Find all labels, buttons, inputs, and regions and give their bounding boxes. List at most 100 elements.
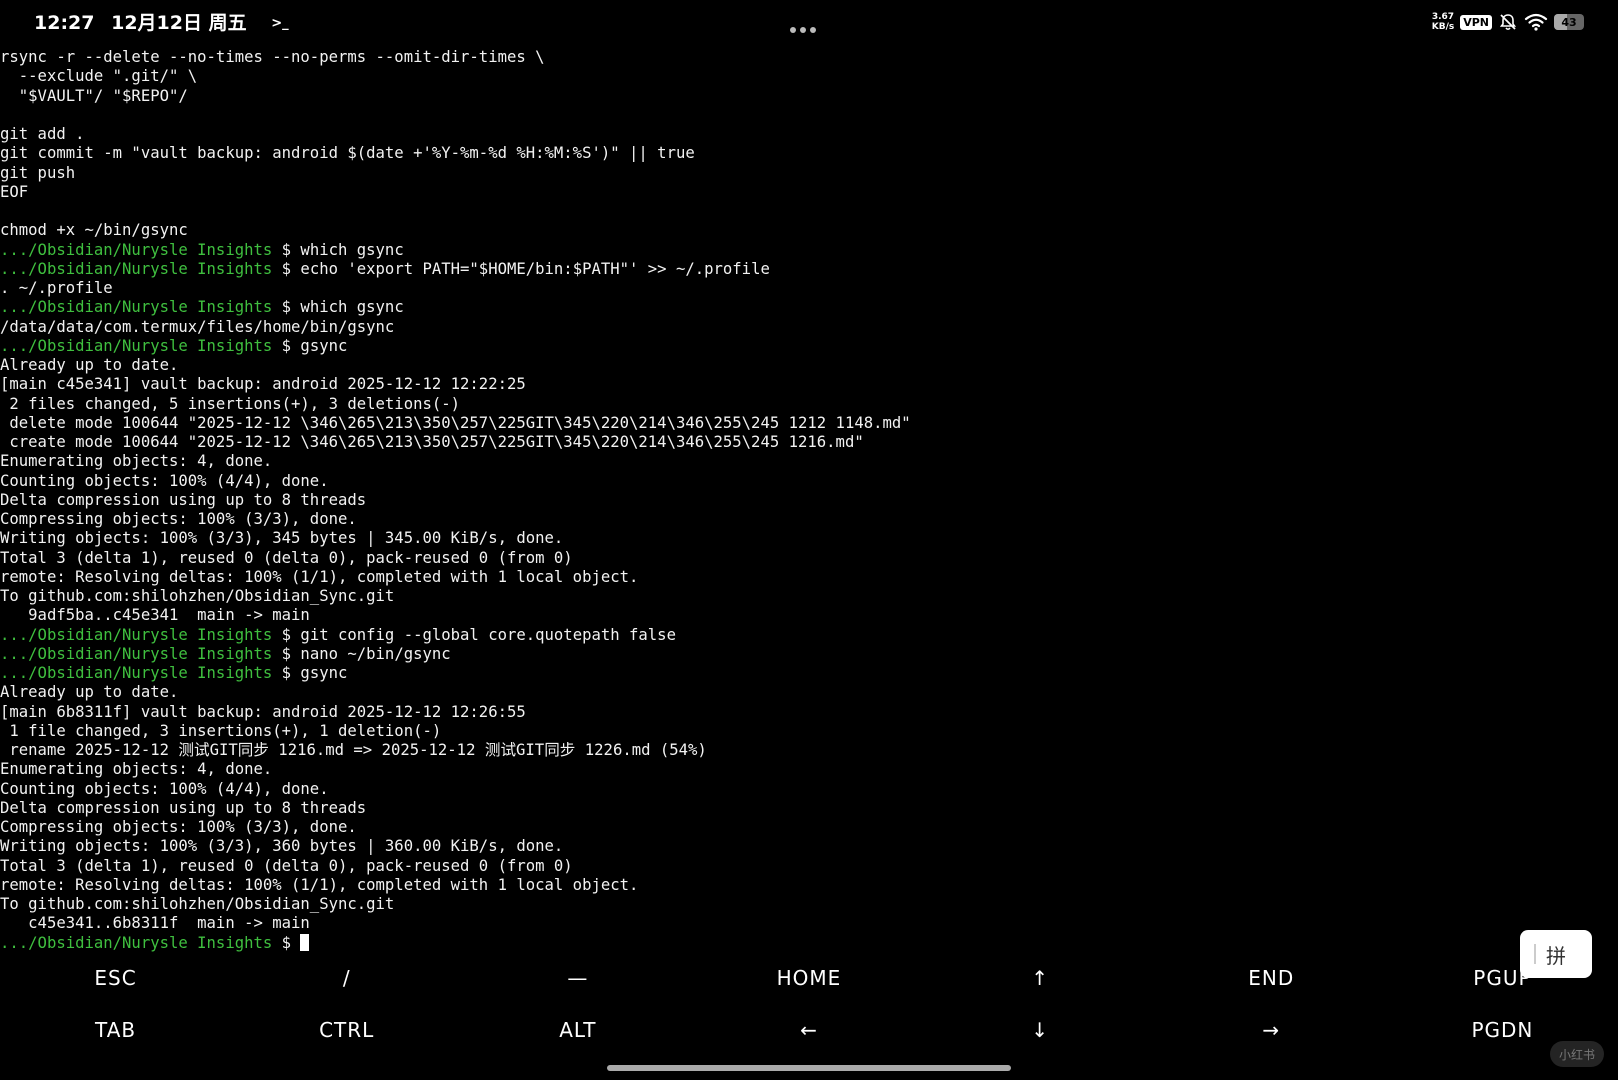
arrow-right-key[interactable]: →: [1156, 1007, 1387, 1053]
terminal-line: --exclude ".git/" \: [0, 67, 1618, 86]
terminal-line: Compressing objects: 100% (3/3), done.: [0, 818, 1618, 837]
network-speed: 3.67 KB/s: [1432, 12, 1454, 32]
terminal-line: rsync -r --delete --no-times --no-perms …: [0, 48, 1618, 67]
terminal-line-text: To github.com:shilohzhen/Obsidian_Sync.g…: [0, 895, 395, 913]
terminal-line: Total 3 (delta 1), reused 0 (delta 0), p…: [0, 857, 1618, 876]
end-key[interactable]: END: [1156, 955, 1387, 1001]
window-more-icon[interactable]: [790, 18, 826, 33]
terminal-line: Counting objects: 100% (4/4), done.: [0, 472, 1618, 491]
terminal-line: Delta compression using up to 8 threads: [0, 799, 1618, 818]
terminal-line: Writing objects: 100% (3/3), 360 bytes |…: [0, 837, 1618, 856]
wifi-icon: [1524, 13, 1548, 31]
terminal-line-text: 2 files changed, 5 insertions(+), 3 dele…: [0, 394, 461, 413]
status-date: 12月12日 周五: [111, 12, 247, 34]
terminal-output[interactable]: rsync -r --delete --no-times --no-perms …: [0, 48, 1618, 953]
terminal-line: Already up to date.: [0, 683, 1618, 702]
terminal-line: remote: Resolving deltas: 100% (1/1), co…: [0, 876, 1618, 895]
terminal-line-text: Compressing objects: 100% (3/3), done.: [0, 510, 357, 528]
terminal-line: delete mode 100644 "2025-12-12 \346\265\…: [0, 414, 1618, 433]
terminal-line-text: Counting objects: 100% (4/4), done.: [0, 471, 329, 490]
network-speed-unit: KB/s: [1431, 22, 1455, 32]
terminal-line-text: remote: Resolving deltas: 100% (1/1), co…: [0, 567, 639, 586]
terminal-line-text: create mode 100644 "2025-12-12 \346\265\…: [0, 433, 864, 451]
terminal-line: .../Obsidian/Nurysle Insights $ which gs…: [0, 298, 1618, 317]
terminal-line-text: Already up to date.: [0, 356, 179, 374]
terminal-line: 2 files changed, 5 insertions(+), 3 dele…: [0, 395, 1618, 414]
terminal-line-text: --exclude ".git/" \: [0, 67, 198, 86]
prompt-path: .../Obsidian/Nurysle Insights: [0, 298, 273, 317]
esc-key[interactable]: ESC: [0, 955, 231, 1001]
battery-level: 43: [1561, 15, 1577, 29]
terminal-line: Already up to date.: [0, 356, 1618, 375]
terminal-line: [main 6b8311f] vault backup: android 202…: [0, 703, 1618, 722]
terminal-line: chmod +x ~/bin/gsync: [0, 221, 1618, 240]
prompt-path: .../Obsidian/Nurysle Insights: [0, 644, 273, 663]
terminal-line-text: $ git config --global core.quotepath fal…: [272, 625, 676, 644]
terminal-line: git push: [0, 164, 1618, 183]
prompt-path: .../Obsidian/Nurysle Insights: [0, 336, 273, 355]
vpn-badge: VPN: [1460, 14, 1492, 30]
terminal-line: Total 3 (delta 1), reused 0 (delta 0), p…: [0, 549, 1618, 568]
terminal-line-text: delete mode 100644 "2025-12-12 \346\265\…: [0, 413, 911, 432]
terminal-line-text: 1 file changed, 3 insertions(+), 1 delet…: [0, 721, 442, 740]
battery-icon: 43: [1554, 14, 1584, 30]
terminal-line: EOF: [0, 183, 1618, 202]
terminal-line-text: Delta compression using up to 8 threads: [0, 798, 367, 817]
terminal-line: .../Obsidian/Nurysle Insights $ git conf…: [0, 626, 1618, 645]
home-indicator[interactable]: [607, 1065, 1011, 1071]
terminal-line-text: /data/data/com.termux/files/home/bin/gsy…: [0, 317, 395, 336]
terminal-line: .../Obsidian/Nurysle Insights $ echo 'ex…: [0, 260, 1618, 279]
terminal-line: Compressing objects: 100% (3/3), done.: [0, 510, 1618, 529]
terminal-line-text: To github.com:shilohzhen/Obsidian_Sync.g…: [0, 587, 395, 605]
text-cursor: [300, 933, 310, 951]
terminal-line: .../Obsidian/Nurysle Insights $ which gs…: [0, 241, 1618, 260]
prompt-path: .../Obsidian/Nurysle Insights: [0, 664, 273, 682]
terminal-line: To github.com:shilohzhen/Obsidian_Sync.g…: [0, 895, 1618, 914]
status-bar-left: 12:27 12月12日 周五 >_: [34, 8, 299, 35]
tab-key[interactable]: TAB: [0, 1007, 231, 1053]
terminal-line: Enumerating objects: 4, done.: [0, 760, 1618, 779]
terminal-line-text: Counting objects: 100% (4/4), done.: [0, 779, 329, 798]
prompt-symbol: $: [272, 933, 301, 952]
terminal-line: 9adf5ba..c45e341 main -> main: [0, 606, 1618, 625]
terminal-line: Writing objects: 100% (3/3), 345 bytes |…: [0, 529, 1618, 548]
terminal-line: Counting objects: 100% (4/4), done.: [0, 780, 1618, 799]
terminal-line-text: rsync -r --delete --no-times --no-perms …: [0, 48, 545, 66]
alt-key[interactable]: ALT: [462, 1007, 693, 1053]
arrow-left-key[interactable]: ←: [693, 1007, 924, 1053]
arrow-down-key[interactable]: ↓: [925, 1007, 1156, 1053]
terminal-line-text: c45e341..6b8311f main -> main: [0, 914, 310, 933]
bell-muted-icon: [1499, 14, 1517, 31]
terminal-line: git add .: [0, 125, 1618, 144]
terminal-line-text: $ echo 'export PATH="$HOME/bin:$PATH"' >…: [272, 259, 770, 278]
terminal-line: Enumerating objects: 4, done.: [0, 452, 1618, 471]
terminal-line-text: "$VAULT"/ "$REPO"/: [0, 86, 188, 105]
watermark-logo: 小红书: [1550, 1041, 1604, 1067]
current-prompt-line[interactable]: .../Obsidian/Nurysle Insights $: [0, 933, 1618, 953]
ime-switch-button[interactable]: 拼: [1520, 930, 1592, 978]
terminal-line: To github.com:shilohzhen/Obsidian_Sync.g…: [0, 587, 1618, 606]
terminal-line-text: $ gsync: [272, 336, 348, 355]
terminal-line: git commit -m "vault backup: android $(d…: [0, 144, 1618, 163]
terminal-line-text: git commit -m "vault backup: android $(d…: [0, 144, 695, 163]
status-bar: 12:27 12月12日 周五 >_ 3.67 KB/s VPN 43: [0, 0, 1618, 48]
ctrl-key[interactable]: CTRL: [231, 1007, 462, 1053]
slash-key[interactable]: /: [231, 955, 462, 1001]
terminal-line-text: $ which gsync: [272, 240, 404, 259]
extra-keys-toolbar: ESC / — HOME ↑ END PGUP TAB CTRL ALT ← ↓ → PGDN: [0, 955, 1618, 1057]
terminal-line-text: rename 2025-12-12 测试GIT同步 1216.md => 202…: [0, 741, 707, 759]
dash-key[interactable]: —: [462, 955, 693, 1001]
status-bar-right: 3.67 KB/s VPN 43: [1432, 10, 1584, 34]
terminal-line: [main c45e341] vault backup: android 202…: [0, 375, 1618, 394]
terminal-line: remote: Resolving deltas: 100% (1/1), co…: [0, 568, 1618, 587]
arrow-up-key[interactable]: ↑: [925, 955, 1156, 1001]
terminal-line-text: Total 3 (delta 1), reused 0 (delta 0), p…: [0, 856, 573, 875]
prompt-path: .../Obsidian/Nurysle Insights: [0, 240, 273, 259]
terminal-line-text: [main c45e341] vault backup: android 202…: [0, 375, 526, 394]
ime-switch-label: 拼: [1546, 943, 1566, 968]
terminal-line: Delta compression using up to 8 threads: [0, 491, 1618, 510]
terminal-line: rename 2025-12-12 测试GIT同步 1216.md => 202…: [0, 741, 1618, 760]
home-key[interactable]: HOME: [693, 955, 924, 1001]
terminal-line: "$VAULT"/ "$REPO"/: [0, 87, 1618, 106]
